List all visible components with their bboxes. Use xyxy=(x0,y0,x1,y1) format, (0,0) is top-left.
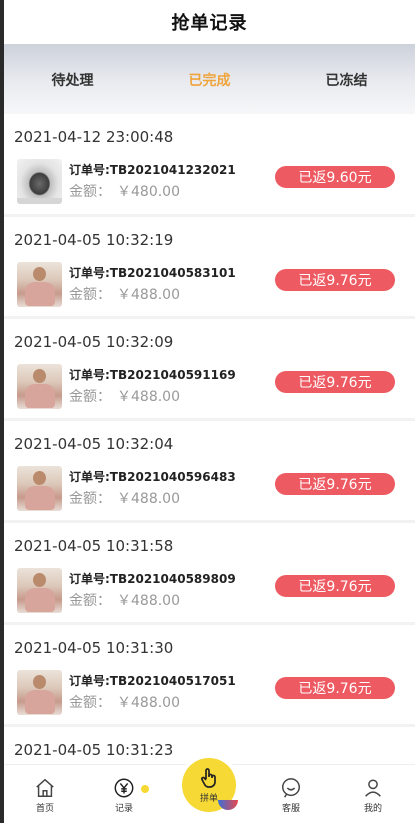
user-icon xyxy=(365,779,381,797)
nav-mine[interactable]: 我的 xyxy=(348,777,398,814)
tab-pending[interactable]: 待处理 xyxy=(4,44,141,114)
tab-frozen[interactable]: 已冻结 xyxy=(278,44,415,114)
order-card[interactable]: 2021-04-05 10:31:58 订单号:TB2021040589809 … xyxy=(4,523,415,622)
order-number: 订单号:TB2021040517051 xyxy=(69,674,236,688)
hand-tap-icon xyxy=(201,768,216,788)
amount-label: 金额： xyxy=(69,184,111,200)
grab-order-label: 拼单 xyxy=(199,794,218,804)
nav-home-label: 首页 xyxy=(35,804,54,814)
amount-value: ￥488.00 xyxy=(117,491,180,507)
order-number: 订单号:TB2021040591169 xyxy=(69,368,236,382)
order-time: 2021-04-05 10:31:30 xyxy=(14,639,174,657)
home-icon xyxy=(36,778,54,797)
order-number: 订单号:TB2021040596483 xyxy=(69,470,236,484)
rebate-badge: 已返9.60元 xyxy=(275,166,395,188)
order-card[interactable]: 2021-04-05 10:32:09 订单号:TB2021040591169 … xyxy=(4,319,415,418)
order-list: 2021-04-12 23:00:48 订单号:TB2021041232021 … xyxy=(4,114,415,764)
order-amount: 金额： ￥488.00 xyxy=(69,386,180,406)
amount-label: 金额： xyxy=(69,287,111,303)
nav-mine-label: 我的 xyxy=(363,804,382,814)
product-thumbnail xyxy=(17,568,62,613)
app-screen: 抢单记录 待处理 已完成 已冻结 2021-04-12 23:00:48 订单号… xyxy=(4,0,415,823)
rebate-badge: 已返9.76元 xyxy=(275,677,395,699)
product-thumbnail xyxy=(17,670,62,715)
rebate-badge: 已返9.76元 xyxy=(275,473,395,495)
amount-value: ￥488.00 xyxy=(117,389,180,405)
rebate-badge: 已返9.76元 xyxy=(275,371,395,393)
records-badge xyxy=(141,785,149,793)
order-number: 订单号:TB2021040583101 xyxy=(69,266,236,280)
nav-service-label: 客服 xyxy=(281,804,300,814)
order-card[interactable]: 2021-04-05 10:32:04 订单号:TB2021040596483 … xyxy=(4,421,415,520)
amount-value: ￥488.00 xyxy=(117,287,180,303)
amount-label: 金额： xyxy=(69,695,111,711)
yuan-coin-icon xyxy=(114,778,134,798)
nav-records[interactable]: 记录 xyxy=(99,777,149,814)
rebate-badge: 已返9.76元 xyxy=(275,269,395,291)
product-thumbnail xyxy=(17,364,62,409)
amount-value: ￥488.00 xyxy=(117,695,180,711)
product-thumbnail xyxy=(17,159,62,204)
order-card[interactable]: 2021-04-05 10:31:30 订单号:TB2021040517051 … xyxy=(4,625,415,724)
amount-value: ￥488.00 xyxy=(117,593,180,609)
page-title: 抢单记录 xyxy=(171,13,248,34)
order-time: 2021-04-05 10:32:04 xyxy=(14,435,174,453)
rebate-badge: 已返9.76元 xyxy=(275,575,395,597)
order-time: 2021-04-05 10:31:23 xyxy=(14,741,174,759)
nav-home[interactable]: 首页 xyxy=(20,777,70,814)
amount-value: ￥480.00 xyxy=(117,184,180,200)
header: 抢单记录 xyxy=(4,0,415,44)
order-card[interactable]: 2021-04-05 10:32:19 订单号:TB2021040583101 … xyxy=(4,217,415,316)
amount-label: 金额： xyxy=(69,491,111,507)
order-time: 2021-04-05 10:32:09 xyxy=(14,333,174,351)
order-amount: 金额： ￥480.00 xyxy=(69,181,180,201)
order-number: 订单号:TB2021040589809 xyxy=(69,572,236,586)
nav-service[interactable]: 客服 xyxy=(266,777,316,814)
order-amount: 金额： ￥488.00 xyxy=(69,590,180,610)
order-time: 2021-04-05 10:32:19 xyxy=(14,231,174,249)
order-card[interactable]: 2021-04-12 23:00:48 订单号:TB2021041232021 … xyxy=(4,114,415,214)
tab-completed[interactable]: 已完成 xyxy=(141,44,278,114)
grab-order-button[interactable]: 拼单 xyxy=(182,758,238,812)
order-amount: 金额： ￥488.00 xyxy=(69,692,180,712)
product-thumbnail xyxy=(17,466,62,511)
amount-label: 金额： xyxy=(69,593,111,609)
order-number: 订单号:TB2021041232021 xyxy=(69,163,236,177)
order-amount: 金额： ￥488.00 xyxy=(69,284,180,304)
nav-records-label: 记录 xyxy=(114,804,133,814)
order-time: 2021-04-05 10:31:58 xyxy=(14,537,174,555)
amount-label: 金额： xyxy=(69,389,111,405)
order-amount: 金额： ￥488.00 xyxy=(69,488,180,508)
product-thumbnail xyxy=(17,262,62,307)
order-time: 2021-04-12 23:00:48 xyxy=(14,128,174,146)
chat-icon xyxy=(282,778,300,798)
status-tabs: 待处理 已完成 已冻结 xyxy=(4,44,415,114)
